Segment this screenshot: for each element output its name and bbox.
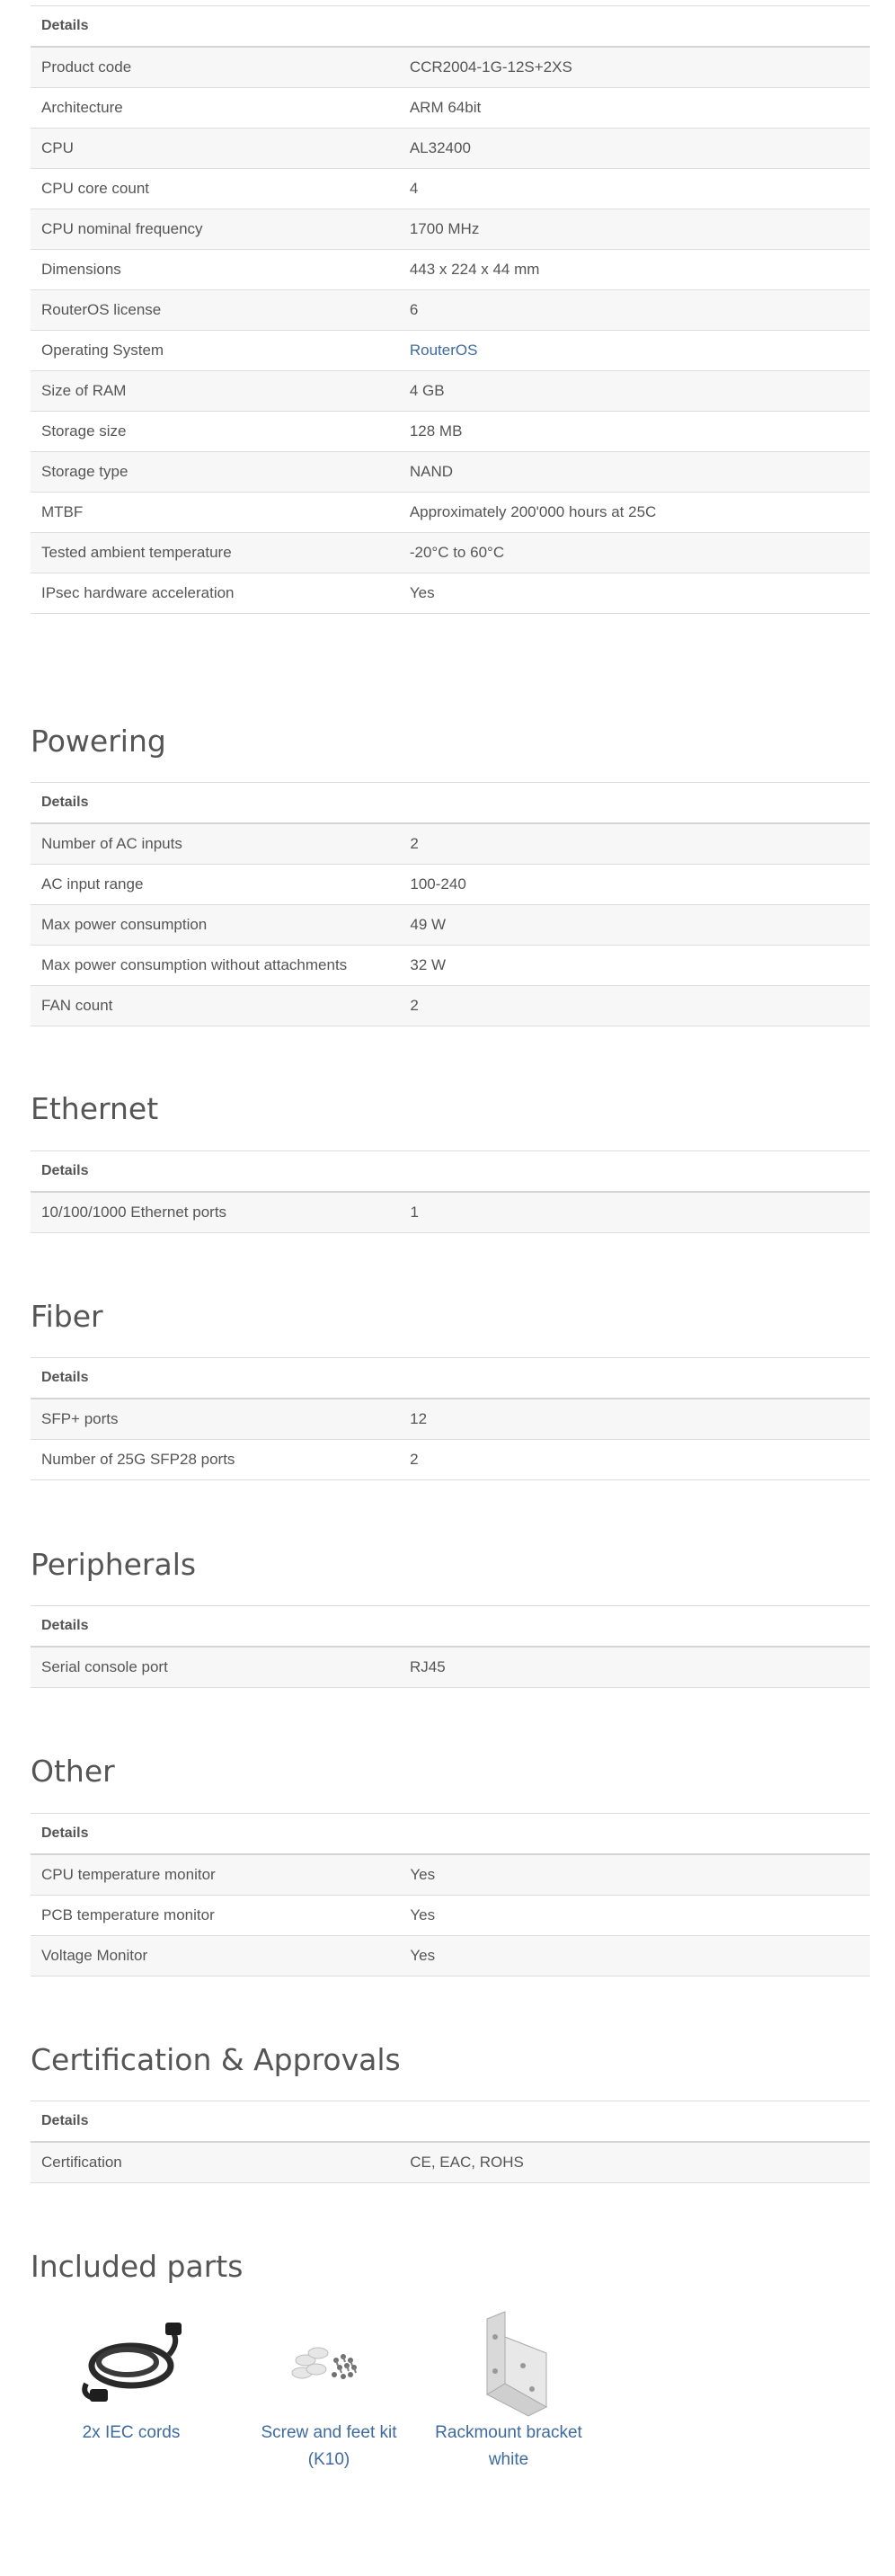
table-row: Product code CCR2004-1G-12S+2XS [31,46,870,88]
routeros-link[interactable]: RouterOS [410,342,478,359]
included-parts-list: 2x IEC cords Screw and feet kit (K10) Ra… [31,2301,870,2571]
table-header: Details [31,1150,870,1193]
table-row: Storage size 128 MB [31,411,870,452]
table-row: RouterOS license 6 [31,289,870,331]
table-header: Details [31,5,870,48]
screw-kit-icon[interactable] [266,2301,392,2418]
table-header: Details [31,1357,870,1399]
table-row: Operating System RouterOS [31,330,870,371]
table-row: Number of 25G SFP28 ports 2 [31,1439,870,1480]
table-row: PCB temperature monitor Yes [31,1895,870,1936]
part-label[interactable]: 2x IEC cords [41,2420,221,2447]
table-row: Max power consumption without attachment… [31,945,870,986]
table-row: CPU AL32400 [31,128,870,169]
ethernet-title: Ethernet [31,1091,159,1126]
powering-title: Powering [31,724,166,759]
ethernet-specs-table: Details 10/100/1000 Ethernet ports 1 [31,1150,870,1233]
part-label[interactable]: Screw and feet kit (K10) [239,2420,419,2474]
table-row: AC input range 100-240 [31,864,870,905]
table-header: Details [31,2101,870,2143]
table-row: CPU nominal frequency 1700 MHz [31,209,870,250]
certification-specs-table: Details Certification CE, EAC, ROHS [31,2101,870,2183]
table-row: Size of RAM 4 GB [31,370,870,412]
table-row: 10/100/1000 Ethernet ports 1 [31,1191,870,1233]
included-parts-title: Included parts [31,2249,244,2284]
table-row: Architecture ARM 64bit [31,87,870,129]
table-row: Serial console port RJ45 [31,1646,870,1688]
fiber-specs-table: Details SFP+ ports 12 Number of 25G SFP28… [31,1357,870,1480]
part-rackmount-bracket[interactable]: Rackmount bracket white [419,2301,598,2474]
table-header: Details [31,1605,870,1648]
table-row: CPU temperature monitor Yes [31,1853,870,1896]
peripherals-specs-table: Details Serial console port RJ45 [31,1605,870,1688]
table-row: CPU core count 4 [31,168,870,209]
table-row: Tested ambient temperature -20°C to 60°C [31,532,870,573]
table-row: Number of AC inputs 2 [31,822,870,865]
table-row: Dimensions 443 x 224 x 44 mm [31,249,870,290]
part-iec-cords[interactable]: 2x IEC cords [41,2301,221,2447]
other-specs-table: Details CPU temperature monitor Yes PCB t… [31,1813,870,1976]
table-row: Voltage Monitor Yes [31,1935,870,1976]
table-row: SFP+ ports 12 [31,1398,870,1440]
powering-specs-table: Details Number of AC inputs 2 AC input ra… [31,782,870,1026]
fiber-title: Fiber [31,1299,103,1334]
part-screw-kit[interactable]: Screw and feet kit (K10) [239,2301,419,2474]
other-title: Other [31,1754,115,1789]
table-row: MTBF Approximately 200'000 hours at 25C [31,492,870,533]
bracket-icon[interactable] [446,2301,572,2418]
power-cord-icon[interactable] [68,2301,194,2418]
general-specs-table: Details Product code CCR2004-1G-12S+2XS A… [31,5,870,614]
table-header: Details [31,782,870,824]
table-row: Certification CE, EAC, ROHS [31,2141,870,2183]
table-row: IPsec hardware acceleration Yes [31,573,870,614]
table-row: Storage type NAND [31,451,870,493]
part-label[interactable]: Rackmount bracket white [419,2420,598,2474]
certification-title: Certification & Approvals [31,2042,401,2077]
table-row: Max power consumption 49 W [31,904,870,946]
table-row: FAN count 2 [31,985,870,1026]
table-header: Details [31,1813,870,1855]
peripherals-title: Peripherals [31,1547,197,1582]
